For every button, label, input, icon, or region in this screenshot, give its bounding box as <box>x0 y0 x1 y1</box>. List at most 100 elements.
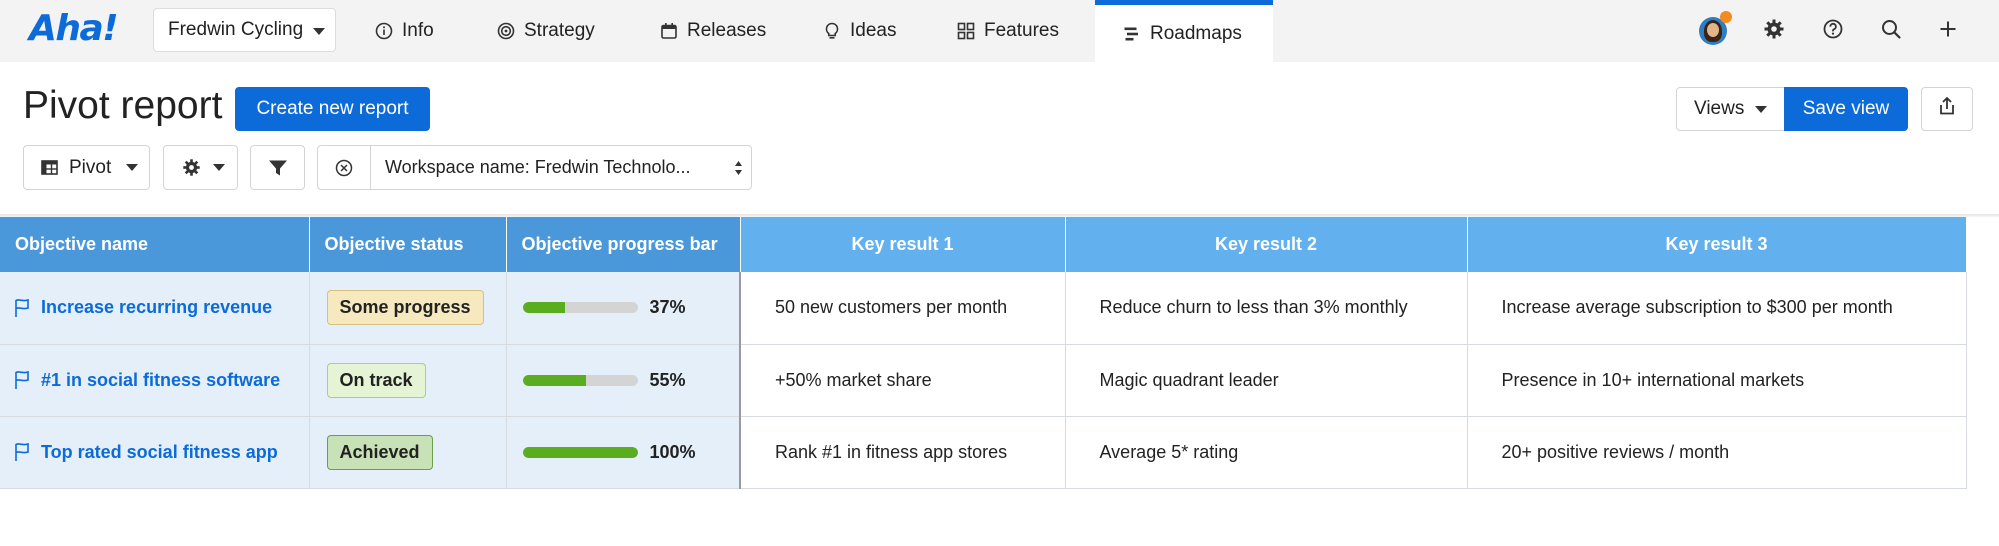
pivot-table: Objective name Objective status Objectiv… <box>0 217 1967 489</box>
tab-info[interactable]: Info <box>375 0 434 62</box>
key-result-cell[interactable]: Average 5* rating <box>1065 416 1468 489</box>
tab-ideas[interactable]: Ideas <box>823 0 896 62</box>
pivot-view-dropdown[interactable]: Pivot <box>23 145 150 190</box>
tab-label: Strategy <box>524 20 595 41</box>
chevron-down-icon <box>1755 105 1768 113</box>
tab-features[interactable]: Features <box>957 0 1059 62</box>
flag-icon <box>14 370 31 390</box>
search-button[interactable] <box>1875 15 1907 47</box>
status-badge: Achieved <box>326 434 433 470</box>
column-header[interactable]: Key result 2 <box>1065 217 1468 272</box>
workspace-name: Fredwin Cycling <box>168 19 304 40</box>
progress-cell: 100% <box>506 416 741 489</box>
roadmap-icon <box>1123 25 1141 43</box>
key-result-cell[interactable]: Increase average subscription to $300 pe… <box>1467 272 1967 345</box>
add-button[interactable] <box>1932 15 1964 47</box>
column-header[interactable]: Objective name <box>0 217 310 272</box>
progress-fill <box>522 374 586 386</box>
objective-name: Increase recurring revenue <box>41 297 273 318</box>
progress-bar <box>522 374 638 386</box>
chevron-down-icon <box>313 28 325 35</box>
objective-name: #1 in social fitness software <box>41 369 281 390</box>
key-result-cell[interactable]: Reduce churn to less than 3% monthly <box>1065 272 1468 345</box>
info-icon <box>375 22 393 40</box>
settings-dropdown[interactable] <box>163 145 238 190</box>
create-new-report-button[interactable]: Create new report <box>235 87 430 131</box>
column-header[interactable]: Objective progress bar <box>506 217 741 272</box>
tab-label: Roadmaps <box>1150 22 1242 44</box>
progress-bar <box>522 446 638 458</box>
search-icon <box>1880 18 1902 45</box>
tab-roadmaps[interactable]: Roadmaps <box>1095 0 1273 62</box>
avatar <box>1699 11 1732 45</box>
plus-icon <box>1938 19 1958 44</box>
column-header[interactable]: Key result 1 <box>740 217 1066 272</box>
tab-releases[interactable]: Releases <box>660 0 766 62</box>
key-result-cell[interactable]: Rank #1 in fitness app stores <box>740 416 1066 489</box>
workspace-filter[interactable]: Workspace name: Fredwin Technolo... <box>317 145 752 190</box>
objective-status-cell: Some progress <box>309 272 507 345</box>
filter-button[interactable] <box>250 145 305 190</box>
share-icon <box>1938 96 1956 122</box>
flag-icon <box>14 442 31 462</box>
key-result-cell[interactable]: Presence in 10+ international markets <box>1467 344 1967 417</box>
gear-icon <box>182 158 201 177</box>
close-circle-icon <box>335 159 353 177</box>
tab-label: Features <box>984 20 1059 41</box>
progress-fill <box>522 302 566 314</box>
status-badge: On track <box>326 362 426 398</box>
key-result-cell[interactable]: 50 new customers per month <box>740 272 1066 345</box>
user-avatar-button[interactable] <box>1697 11 1732 47</box>
key-result-cell[interactable]: Magic quadrant leader <box>1065 344 1468 417</box>
tab-label: Info <box>402 20 434 41</box>
objective-link[interactable]: #1 in social fitness software <box>14 370 309 391</box>
progress-bar <box>522 302 638 314</box>
views-dropdown[interactable]: Views <box>1676 87 1785 131</box>
progress-cell: 37% <box>506 272 741 345</box>
progress-fill <box>522 446 638 458</box>
top-navigation: Aha! Fredwin Cycling Info Strategy Relea… <box>0 0 1999 62</box>
column-header[interactable]: Key result 3 <box>1467 217 1967 272</box>
column-header[interactable]: Objective status <box>309 217 507 272</box>
progress-percent: 37% <box>649 297 686 318</box>
settings-button[interactable] <box>1758 15 1790 47</box>
pivot-label: Pivot <box>69 156 112 178</box>
objective-status-cell: Achieved <box>309 416 507 489</box>
workspace-selector[interactable]: Fredwin Cycling <box>153 8 336 52</box>
key-result-cell[interactable]: +50% market share <box>740 344 1066 417</box>
table-row: #1 in social fitness software On track 5… <box>0 344 1967 417</box>
flag-icon <box>14 298 31 318</box>
objective-link[interactable]: Increase recurring revenue <box>14 297 309 318</box>
target-icon <box>497 22 515 40</box>
progress-percent: 55% <box>649 369 686 390</box>
help-button[interactable] <box>1817 15 1849 47</box>
objective-status-cell: On track <box>309 344 507 417</box>
objective-link[interactable]: Top rated social fitness app <box>14 442 309 463</box>
filter-icon <box>268 159 288 177</box>
aha-logo[interactable]: Aha! <box>29 8 119 49</box>
table-row: Top rated social fitness app Achieved 10… <box>0 416 1967 489</box>
share-button[interactable] <box>1921 87 1973 131</box>
calendar-icon <box>660 22 678 40</box>
help-icon <box>1822 18 1844 45</box>
grid-icon <box>957 22 975 40</box>
save-view-button[interactable]: Save view <box>1784 87 1908 131</box>
lightbulb-icon <box>823 22 841 40</box>
objective-name-cell: Increase recurring revenue <box>0 272 310 345</box>
table-header-row: Objective name Objective status Objectiv… <box>0 217 1967 272</box>
tab-label: Releases <box>687 20 767 41</box>
table-icon <box>41 160 58 175</box>
clear-filter-button[interactable] <box>318 146 371 189</box>
tab-strategy[interactable]: Strategy <box>497 0 595 62</box>
filter-text: Workspace name: Fredwin Technolo... <box>385 157 691 177</box>
progress-percent: 100% <box>649 441 696 462</box>
objective-name-cell: #1 in social fitness software <box>0 344 310 417</box>
views-label: Views <box>1694 98 1745 119</box>
objective-name-cell: Top rated social fitness app <box>0 416 310 489</box>
objective-name: Top rated social fitness app <box>41 441 278 462</box>
table-row: Increase recurring revenue Some progress… <box>0 272 1967 345</box>
progress-cell: 55% <box>506 344 741 417</box>
status-badge: Some progress <box>326 290 484 326</box>
gear-icon <box>1763 18 1785 45</box>
key-result-cell[interactable]: 20+ positive reviews / month <box>1467 416 1967 489</box>
